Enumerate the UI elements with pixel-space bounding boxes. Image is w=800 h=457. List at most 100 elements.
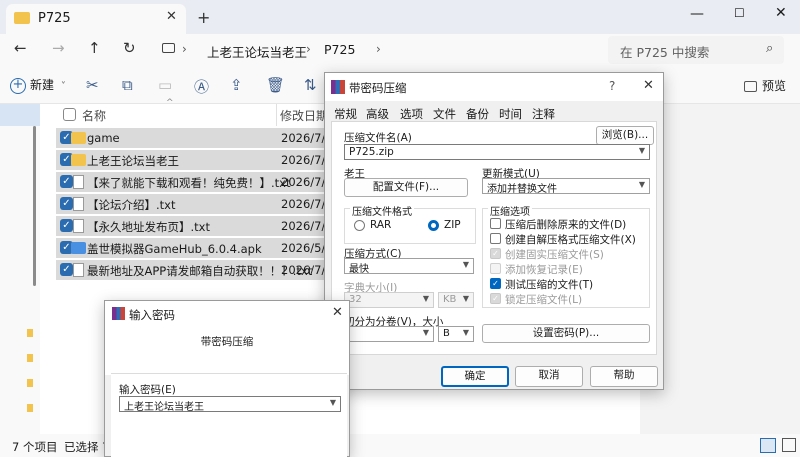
copy-icon[interactable]: ⧉ (122, 76, 133, 94)
folder-icon (27, 329, 33, 337)
tab-comment[interactable]: 注释 (532, 106, 555, 122)
delete-icon[interactable]: 🗑 (266, 76, 285, 94)
option-checkbox[interactable] (490, 218, 501, 229)
zip-radio[interactable] (428, 220, 439, 231)
help-button[interactable]: 帮助 (590, 366, 658, 387)
tab-close-icon[interactable]: ✕ (166, 9, 177, 24)
split-unit-select[interactable]: B ▼ (438, 326, 474, 342)
search-box[interactable]: 在 P725 中搜索 ⌕ (608, 36, 784, 64)
row-checkbox[interactable]: ✓ (60, 263, 73, 276)
option-checkbox[interactable] (490, 233, 501, 244)
option-label: 创建固实压缩文件(S) (505, 249, 604, 261)
tab-bar: P725 ✕ + — ☐ ✕ (0, 0, 800, 34)
tiles-view-icon[interactable] (782, 438, 796, 452)
help-icon[interactable]: ? (609, 79, 615, 93)
update-mode-select[interactable]: 添加并替换文件 ▼ (482, 178, 650, 195)
breadcrumb-item[interactable]: 上老王论坛当老王 (207, 42, 307, 61)
folder-icon (71, 154, 86, 166)
column-divider[interactable] (276, 104, 277, 126)
password-input[interactable]: 上老王论坛当老王 ▼ (119, 396, 341, 413)
dict-value: 32 (349, 294, 362, 305)
chevron-down-icon: ▼ (422, 294, 429, 303)
tab-time[interactable]: 时间 (499, 106, 522, 122)
nav-item-selected[interactable] (0, 104, 40, 126)
rename-icon[interactable]: Ⓐ (194, 76, 209, 97)
window-close-button[interactable]: ✕ (775, 5, 787, 21)
new-tab-button[interactable]: + (197, 8, 210, 27)
archive-name-input[interactable]: P725.zip ▼ (344, 144, 650, 160)
tab-backup[interactable]: 备份 (466, 106, 489, 122)
option-checkbox[interactable] (490, 263, 501, 274)
row-checkbox[interactable]: ✓ (60, 219, 73, 232)
tab-title: P725 (38, 11, 71, 26)
sort-arrow-icon: ^ (166, 98, 174, 108)
folder-icon (71, 132, 86, 144)
set-password-button[interactable]: 设置密码(P)... (482, 324, 650, 343)
general-panel: 压缩文件名(A) 浏览(B)... P725.zip ▼ 老王 配置文件(F).… (331, 121, 657, 355)
search-icon: ⌕ (766, 41, 774, 56)
sort-icon[interactable]: ⇅ (304, 76, 317, 94)
new-button[interactable]: + 新建 ˅ (10, 76, 66, 94)
format-group-title: 压缩文件格式 (350, 203, 414, 218)
close-icon[interactable]: ✕ (643, 78, 654, 93)
file-name: 盖世模拟器GameHub_6.0.4.apk (87, 242, 262, 256)
preview-button[interactable]: 预览 (744, 77, 786, 94)
cut-icon[interactable]: ✂ (86, 76, 99, 94)
dict-unit-select[interactable]: KB ▼ (438, 292, 474, 308)
chevron-right-icon: › (306, 42, 311, 56)
dialog-header: 带密码压缩 (105, 327, 349, 375)
up-button[interactable]: ↑ (88, 39, 101, 57)
option-checkbox[interactable]: ✓ (490, 248, 501, 259)
folder-icon (27, 354, 33, 362)
option-label: 压缩后删除原来的文件(D) (505, 219, 627, 231)
dict-select[interactable]: 32 ▼ (344, 292, 434, 308)
search-input[interactable]: 在 P725 中搜索 (620, 42, 709, 61)
winrar-logo-icon (112, 307, 125, 320)
row-checkbox[interactable]: ✓ (60, 175, 73, 188)
tab-files[interactable]: 文件 (433, 106, 456, 122)
refresh-button[interactable]: ↻ (123, 39, 136, 57)
chevron-right-icon: › (182, 42, 187, 56)
details-view-icon[interactable] (760, 438, 776, 453)
update-mode-value: 添加并替换文件 (487, 184, 557, 195)
tab-advanced[interactable]: 高级 (366, 106, 389, 122)
dialog-titlebar[interactable]: 带密码压缩 ? ✕ (325, 73, 663, 101)
rar-radio[interactable] (354, 220, 365, 231)
forward-button[interactable]: → (52, 39, 65, 57)
ok-button[interactable]: 确定 (441, 366, 509, 387)
select-all-checkbox[interactable] (63, 108, 76, 121)
preview-label: 预览 (762, 79, 787, 93)
back-button[interactable]: ← (14, 39, 27, 57)
apk-file-icon (71, 242, 86, 254)
close-icon[interactable]: ✕ (332, 305, 343, 320)
share-icon[interactable]: ⇪ (230, 76, 243, 94)
method-select[interactable]: 最快 ▼ (344, 258, 474, 275)
tab-p725[interactable]: P725 ✕ (6, 4, 186, 34)
chevron-right-icon: › (376, 42, 381, 56)
profiles-button[interactable]: 配置文件(F)... (344, 178, 468, 197)
paste-icon[interactable]: ▭ (158, 76, 172, 94)
maximize-button[interactable]: ☐ (734, 6, 745, 20)
column-name[interactable]: 名称 (82, 107, 106, 124)
option-checkbox[interactable]: ✓ (490, 293, 501, 304)
column-date[interactable]: 修改日期 (280, 107, 328, 124)
row-checkbox[interactable]: ✓ (60, 197, 73, 210)
password-label: 输入密码(E) (119, 384, 176, 396)
option-checkbox[interactable]: ✓ (490, 278, 501, 289)
browse-button[interactable]: 浏览(B)... (596, 126, 654, 145)
file-name: 最新地址及APP请发邮箱自动获取！！！.txt (87, 264, 313, 278)
address-bar[interactable]: › 上老王论坛当老王 › P725 › (154, 36, 600, 64)
split-size-input[interactable]: ▼ (344, 326, 434, 342)
tab-options[interactable]: 选项 (400, 106, 423, 122)
chevron-down-icon: ▼ (462, 328, 469, 337)
scrollbar[interactable] (33, 126, 36, 286)
cancel-button[interactable]: 取消 (515, 366, 583, 387)
archive-name-label: 压缩文件名(A) (344, 132, 412, 144)
file-name: 【论坛介绍】.txt (87, 198, 176, 212)
minimize-button[interactable]: — (690, 6, 704, 22)
dialog-titlebar[interactable]: 输入密码 ✕ (105, 301, 349, 327)
method-value: 最快 (349, 264, 369, 275)
breadcrumb-item[interactable]: P725 (324, 42, 355, 57)
folder-icon (27, 404, 33, 412)
split-unit-value: B (443, 328, 450, 339)
